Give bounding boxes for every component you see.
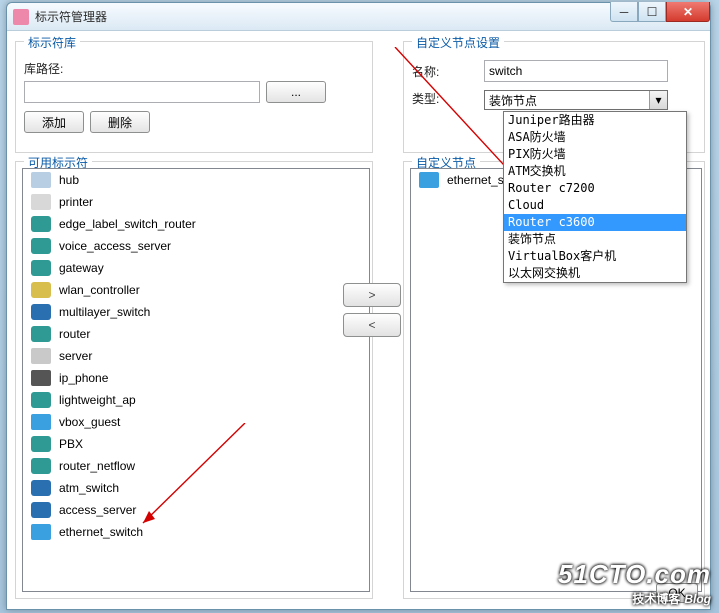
blue-icon xyxy=(31,480,51,496)
list-item-label: gateway xyxy=(59,261,104,275)
browse-button[interactable]: ... xyxy=(266,81,326,103)
list-item[interactable]: wlan_controller xyxy=(23,279,369,301)
path-label: 库路径: xyxy=(24,60,364,77)
dropdown-item[interactable]: PIX防火墙 xyxy=(504,146,686,163)
sw-icon xyxy=(31,524,51,540)
teal-icon xyxy=(31,436,51,452)
sw-icon xyxy=(31,414,51,430)
dropdown-item[interactable]: Router c7200 xyxy=(504,180,686,197)
list-item-label: wlan_controller xyxy=(59,283,140,297)
list-item-label: hub xyxy=(59,173,79,187)
teal-icon xyxy=(31,458,51,474)
group-title: 自定义节点设置 xyxy=(412,34,504,51)
teal-icon xyxy=(31,326,51,342)
phone-icon xyxy=(31,370,51,386)
list-item-label: PBX xyxy=(59,437,83,451)
list-item-label: atm_switch xyxy=(59,481,119,495)
name-input[interactable] xyxy=(484,60,668,82)
grey-icon xyxy=(31,348,51,364)
type-label: 类型: xyxy=(412,90,460,107)
teal-icon xyxy=(31,238,51,254)
dropdown-item[interactable]: ATM交换机 xyxy=(504,163,686,180)
list-item[interactable]: router_netflow xyxy=(23,455,369,477)
dropdown-item[interactable]: Cloud xyxy=(504,197,686,214)
teal-icon xyxy=(31,392,51,408)
list-item[interactable]: access_server xyxy=(23,499,369,521)
list-item[interactable]: gateway xyxy=(23,257,369,279)
app-icon xyxy=(13,9,29,25)
dropdown-item[interactable]: Router c3600 xyxy=(504,214,686,231)
add-button[interactable]: 添加 xyxy=(24,111,84,133)
dropdown-item[interactable]: ASA防火墙 xyxy=(504,129,686,146)
list-item-label: router_netflow xyxy=(59,459,135,473)
list-item[interactable]: printer xyxy=(23,191,369,213)
delete-button[interactable]: 删除 xyxy=(90,111,150,133)
list-item[interactable]: vbox_guest xyxy=(23,411,369,433)
titlebar[interactable]: 标示符管理器 ─ ☐ ✕ xyxy=(7,3,710,31)
printer-icon xyxy=(31,194,51,210)
available-symbols-group: 可用标示符 hubprinteredge_label_switch_router… xyxy=(15,161,373,599)
hub-icon xyxy=(31,172,51,188)
blue-icon xyxy=(31,304,51,320)
list-item[interactable]: voice_access_server xyxy=(23,235,369,257)
app-window: 标示符管理器 ─ ☐ ✕ 标示符库 库路径: ... 添加 删除 xyxy=(6,2,711,610)
list-item-label: lightweight_ap xyxy=(59,393,136,407)
list-item[interactable]: atm_switch xyxy=(23,477,369,499)
move-right-button[interactable]: > xyxy=(343,283,401,307)
list-item[interactable]: ip_phone xyxy=(23,367,369,389)
minimize-button[interactable]: ─ xyxy=(610,2,638,22)
dropdown-item[interactable]: 装饰节点 xyxy=(504,231,686,248)
list-item[interactable]: ethernet_switch xyxy=(23,521,369,543)
blue-icon xyxy=(31,502,51,518)
ok-button[interactable]: OK xyxy=(656,583,698,603)
list-item[interactable]: PBX xyxy=(23,433,369,455)
gold-icon xyxy=(31,282,51,298)
list-item-label: vbox_guest xyxy=(59,415,120,429)
list-item-label: server xyxy=(59,349,92,363)
available-symbols-list[interactable]: hub printer edge_label_switch_router voice_… xyxy=(22,168,370,592)
list-item-label: ethernet_switch xyxy=(59,525,143,539)
type-combobox[interactable]: 装饰节点 ▾ xyxy=(484,90,668,110)
list-item-label: printer xyxy=(59,195,93,209)
combobox-display: 装饰节点 xyxy=(485,92,537,109)
symbol-library-group: 标示符库 库路径: ... 添加 删除 xyxy=(15,41,373,153)
sw-icon xyxy=(419,172,439,188)
name-label: 名称: xyxy=(412,63,460,80)
list-item[interactable]: server xyxy=(23,345,369,367)
list-item-label: voice_access_server xyxy=(59,239,171,253)
group-title: 标示符库 xyxy=(24,34,80,51)
list-item-label: multilayer_switch xyxy=(59,305,150,319)
maximize-button[interactable]: ☐ xyxy=(638,2,666,22)
list-item-label: edge_label_switch_router xyxy=(59,217,196,231)
transfer-buttons: > < xyxy=(343,283,401,337)
teal-icon xyxy=(31,216,51,232)
list-item[interactable]: multilayer_switch xyxy=(23,301,369,323)
list-item-label: router xyxy=(59,327,90,341)
type-dropdown[interactable]: Juniper路由器ASA防火墙PIX防火墙ATM交换机Router c7200… xyxy=(503,111,687,283)
dropdown-item[interactable]: 以太网交换机 xyxy=(504,265,686,282)
move-left-button[interactable]: < xyxy=(343,313,401,337)
close-button[interactable]: ✕ xyxy=(666,2,710,22)
list-item[interactable]: lightweight_ap xyxy=(23,389,369,411)
path-input[interactable] xyxy=(24,81,260,103)
list-item[interactable]: hub xyxy=(23,169,369,191)
list-item-label: access_server xyxy=(59,503,136,517)
list-item[interactable]: router xyxy=(23,323,369,345)
list-item-label: ip_phone xyxy=(59,371,108,385)
dropdown-item[interactable]: Juniper路由器 xyxy=(504,112,686,129)
teal-icon xyxy=(31,260,51,276)
dropdown-item[interactable]: VirtualBox客户机 xyxy=(504,248,686,265)
window-title: 标示符管理器 xyxy=(35,8,107,25)
chevron-down-icon: ▾ xyxy=(649,91,667,109)
list-item[interactable]: edge_label_switch_router xyxy=(23,213,369,235)
